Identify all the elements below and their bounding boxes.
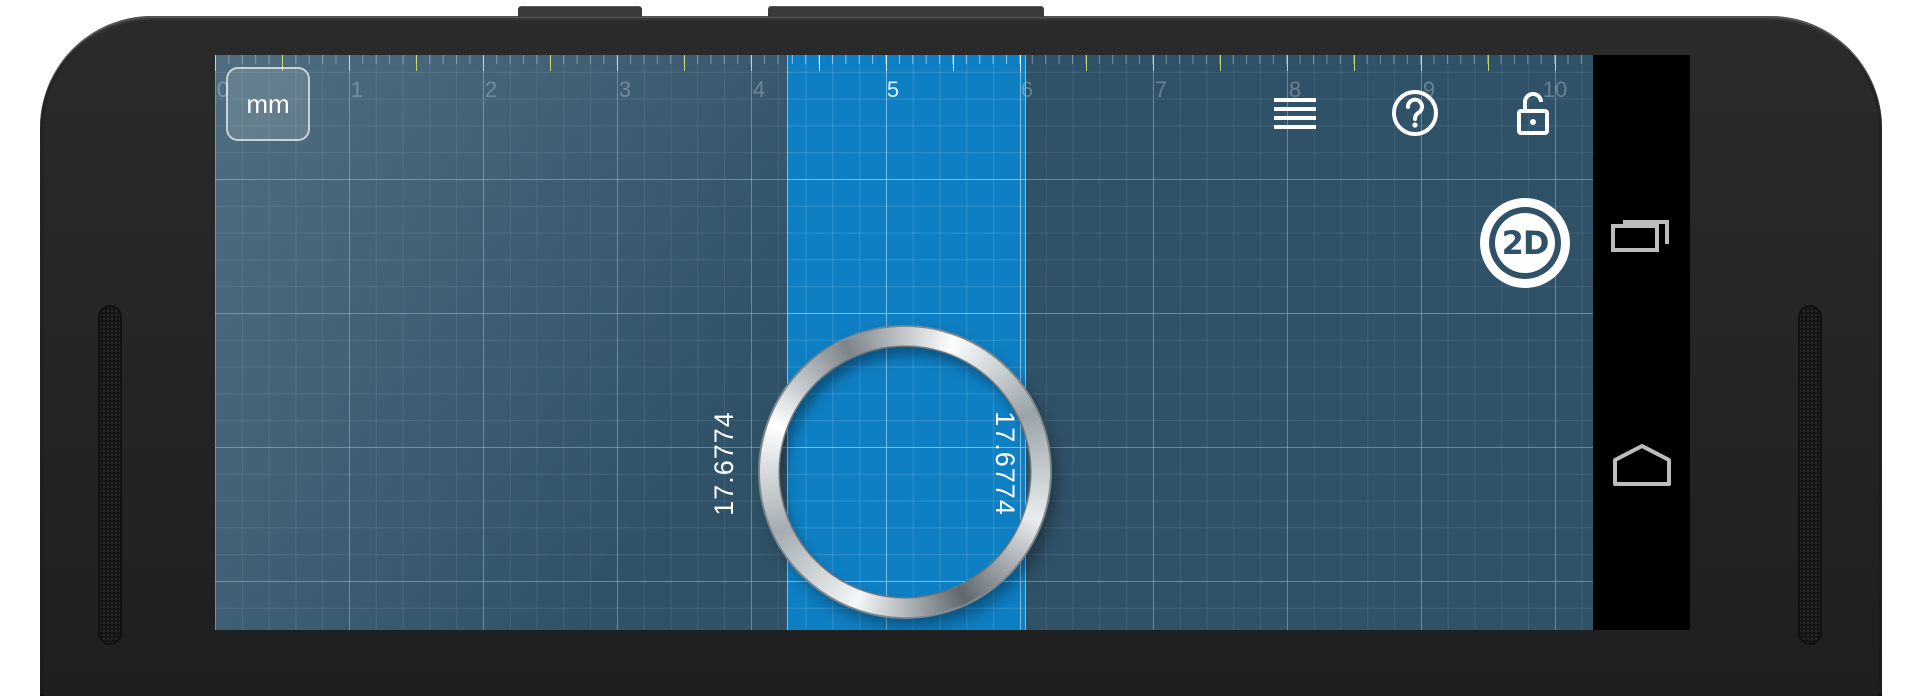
speaker-grille-right [1798, 305, 1822, 645]
ruler-label-5: 5 [886, 77, 900, 102]
android-navigation-bar [1593, 55, 1690, 630]
2d-mode-label: 2D [1501, 224, 1550, 262]
recent-apps-icon[interactable] [1609, 210, 1675, 258]
ruler-label-7: 7 [1154, 77, 1168, 102]
ruler-label-4: 4 [752, 77, 766, 102]
measurement-value-right: 17.6774 [989, 411, 1020, 516]
hardware-button-left [518, 7, 642, 17]
ruler-app[interactable]: 0 1 2 3 4 5 6 7 8 9 10 17.6774 17.6774 m… [215, 55, 1593, 630]
ruler-label-2: 2 [484, 77, 498, 102]
ruler-label-3: 3 [618, 77, 632, 102]
ruler-label-6: 6 [1020, 77, 1034, 102]
band-ruler-ticks [788, 55, 1025, 75]
2d-mode-button[interactable]: 2D [1480, 198, 1570, 288]
home-icon[interactable] [1609, 440, 1675, 488]
menu-icon[interactable] [1267, 85, 1323, 141]
speaker-grille-left [98, 305, 122, 645]
ruler-label-1: 1 [350, 77, 364, 102]
help-icon[interactable] [1387, 85, 1443, 141]
measurement-value-left: 17.6774 [708, 411, 739, 516]
hardware-button-right [768, 7, 1044, 17]
unit-toggle-button[interactable]: mm [226, 67, 310, 141]
unlock-icon[interactable] [1505, 85, 1561, 141]
device-screen: 0 1 2 3 4 5 6 7 8 9 10 17.6774 17.6774 m… [215, 55, 1690, 630]
